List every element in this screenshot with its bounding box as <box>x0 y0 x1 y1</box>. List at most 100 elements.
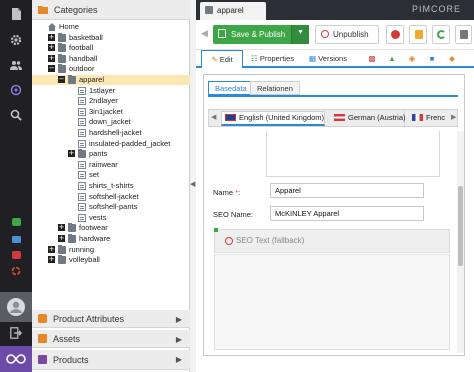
accordion-product-attributes-label: Product Attributes <box>53 313 125 324</box>
tree-node[interactable]: + footwear <box>32 223 190 233</box>
scrollbar-thumb[interactable] <box>458 186 463 266</box>
tree-node-label: softshell-jacket <box>89 191 139 201</box>
tree-node[interactable]: − apparel <box>32 75 190 85</box>
properties-icon: ☷ <box>251 54 258 63</box>
product-attributes-icon <box>38 314 47 323</box>
accordion-products[interactable]: Products ▶ <box>32 350 190 370</box>
home-icon <box>48 23 56 31</box>
tab-properties[interactable]: ☷ Properties <box>249 50 303 68</box>
tab-underline <box>208 95 458 97</box>
language-tab-german[interactable]: German (Austria) <box>331 111 406 126</box>
tree-node[interactable]: + handball <box>32 53 190 64</box>
expand-icon[interactable]: + <box>58 224 65 232</box>
tab-schedule[interactable]: ▩ <box>364 50 380 68</box>
collapse-icon[interactable]: − <box>48 65 55 73</box>
unpublish-button[interactable]: Unpublish <box>315 25 379 44</box>
search-icon[interactable] <box>0 105 32 125</box>
tree-node-label: insulated-padded_jacket <box>89 138 171 148</box>
tree-node[interactable]: shirts_t-shirts <box>32 181 190 191</box>
pimcore-logo-icon[interactable] <box>0 346 32 372</box>
scroll-right-icon[interactable]: ▶ <box>451 113 456 121</box>
categories-panel-header[interactable]: Categories <box>32 0 190 20</box>
tab-notes[interactable]: ◉ <box>404 50 420 68</box>
tree-node-label: apparel <box>79 75 105 84</box>
tree-node[interactable]: softshell-pants <box>32 202 190 212</box>
tree-node[interactable]: + hardware <box>32 234 190 244</box>
settings-icon[interactable] <box>0 30 32 50</box>
tree-node[interactable]: vests <box>32 213 190 223</box>
tree-node[interactable]: set <box>32 170 190 180</box>
back-arrow-icon[interactable]: ◀ <box>201 28 208 39</box>
versions-icon: ▦ <box>309 54 317 63</box>
seo-text-fallback-panel: SEO Text (fallback) <box>214 228 450 253</box>
tree-node[interactable]: down_jacket <box>32 117 190 127</box>
name-field[interactable]: Apparel <box>270 183 424 198</box>
tree-node[interactable]: − outdoor <box>32 64 190 74</box>
file-icon[interactable] <box>0 4 32 24</box>
main-navigation <box>0 0 32 372</box>
sync-icon[interactable] <box>0 261 32 281</box>
tab-relationen[interactable]: Relationen <box>250 81 300 95</box>
more-icon <box>460 30 468 39</box>
expand-icon[interactable]: + <box>48 33 55 41</box>
tree-node[interactable]: + pants <box>32 149 190 159</box>
vertical-scrollbar[interactable] <box>457 131 464 353</box>
tree-node-label: outdoor <box>69 64 95 74</box>
tree-node[interactable]: + basketball <box>32 32 190 43</box>
notes-button[interactable] <box>409 25 427 44</box>
accordion-product-attributes[interactable]: Product Attributes ▶ <box>32 310 190 328</box>
collapse-icon[interactable]: − <box>58 76 65 83</box>
document-icon <box>78 192 86 201</box>
datahub-icon[interactable] <box>0 80 32 100</box>
document-icon <box>78 213 86 222</box>
accordion-assets[interactable]: Assets ▶ <box>32 330 190 348</box>
tree-node[interactable]: insulated-padded_jacket <box>32 139 190 149</box>
tab-versions[interactable]: ▦ Versions <box>309 50 359 68</box>
tree-node[interactable]: 1stlayer <box>32 86 190 96</box>
expand-icon[interactable]: + <box>48 256 55 264</box>
tab-edit[interactable]: ✎ Edit <box>201 50 243 68</box>
delete-button[interactable] <box>386 25 404 44</box>
tab-tags[interactable]: ◆ <box>444 50 460 68</box>
avatar[interactable] <box>0 292 32 322</box>
tree-node[interactable]: + volleyball <box>32 255 190 265</box>
document-icon <box>78 203 86 212</box>
tree-node[interactable]: rainwear <box>32 160 190 170</box>
tab-basedata[interactable]: Basedata <box>208 81 254 95</box>
tree-node[interactable]: + football <box>32 43 190 53</box>
save-options-dropdown[interactable]: ▼ <box>291 25 309 44</box>
reload-button[interactable] <box>432 25 450 44</box>
tree-node[interactable]: hardshell-jacket <box>32 128 190 138</box>
tree-node[interactable]: + running <box>32 244 190 255</box>
seo-name-field[interactable]: McKINLEY Apparel <box>270 206 424 221</box>
tree-node[interactable]: Home <box>32 22 190 32</box>
language-tab-english[interactable]: English (United Kingdom) <box>221 111 325 126</box>
expand-icon[interactable]: + <box>48 54 55 62</box>
scroll-left-icon[interactable]: ◀ <box>211 113 216 121</box>
tree-node[interactable]: 2ndlayer <box>32 96 190 106</box>
document-icon <box>78 107 86 116</box>
language-tab-french[interactable]: Frenc <box>409 111 449 126</box>
tab-workflow[interactable]: ■ <box>424 50 440 68</box>
language-tab-german-label: German (Austria) <box>348 113 406 122</box>
folder-icon <box>58 53 66 63</box>
tree-node-label: hardware <box>79 234 111 243</box>
tree-node-label: running <box>69 244 95 254</box>
description-textarea[interactable] <box>266 131 440 177</box>
expand-icon[interactable]: + <box>48 245 55 253</box>
save-icon <box>218 29 226 38</box>
document-icon <box>78 97 86 106</box>
tab-dependencies[interactable]: ▲ <box>384 50 400 68</box>
expand-icon[interactable]: + <box>68 150 75 158</box>
tree-node[interactable]: softshell-jacket <box>32 192 190 202</box>
logout-icon[interactable] <box>0 323 32 343</box>
tab-properties-label: Properties <box>259 54 295 63</box>
expand-icon[interactable]: + <box>58 235 65 242</box>
tree-node[interactable]: 3in1jacket <box>32 107 190 117</box>
more-options-button[interactable] <box>455 25 472 44</box>
tab-versions-label: Versions <box>318 54 347 63</box>
expand-icon[interactable]: + <box>48 44 55 52</box>
users-icon[interactable] <box>0 55 32 75</box>
collapse-left-icon[interactable]: ◀ <box>190 180 195 188</box>
document-tab-apparel[interactable]: apparel <box>200 2 266 20</box>
